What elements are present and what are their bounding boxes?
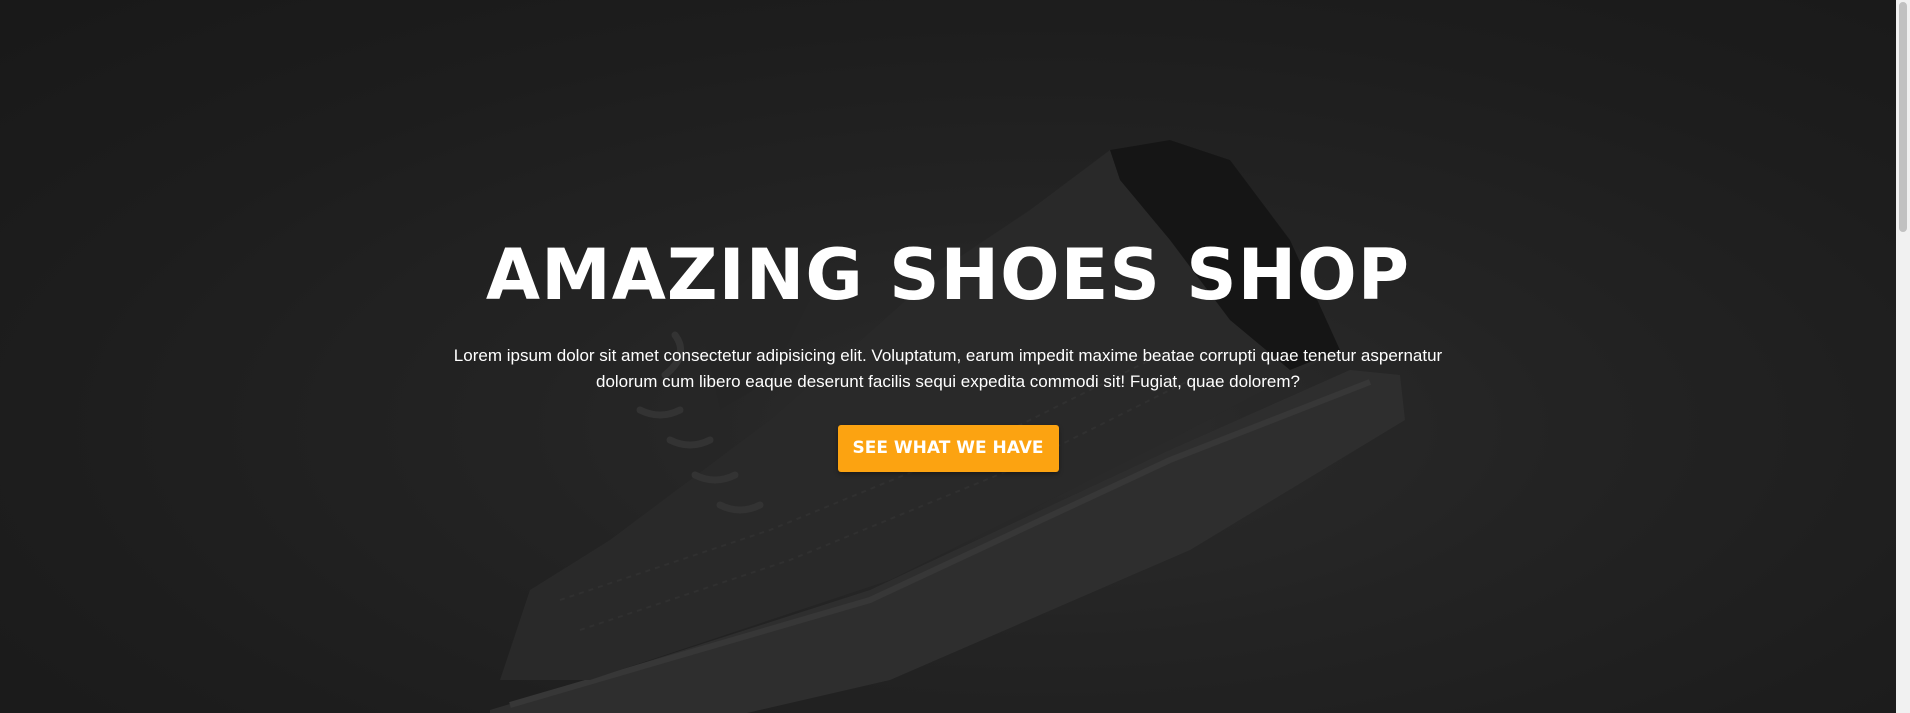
hero-title: AMAZING SHOES SHOP (485, 234, 1411, 316)
hero-section: AMAZING SHOES SHOP Lorem ipsum dolor sit… (0, 0, 1896, 713)
hero-subtitle: Lorem ipsum dolor sit amet consectetur a… (453, 346, 1443, 391)
page-scrollbar[interactable] (1896, 0, 1910, 713)
see-what-we-have-button[interactable]: SEE WHAT WE HAVE (837, 425, 1059, 472)
hero-content: AMAZING SHOES SHOP Lorem ipsum dolor sit… (0, 225, 1896, 472)
scrollbar-thumb[interactable] (1899, 2, 1907, 232)
